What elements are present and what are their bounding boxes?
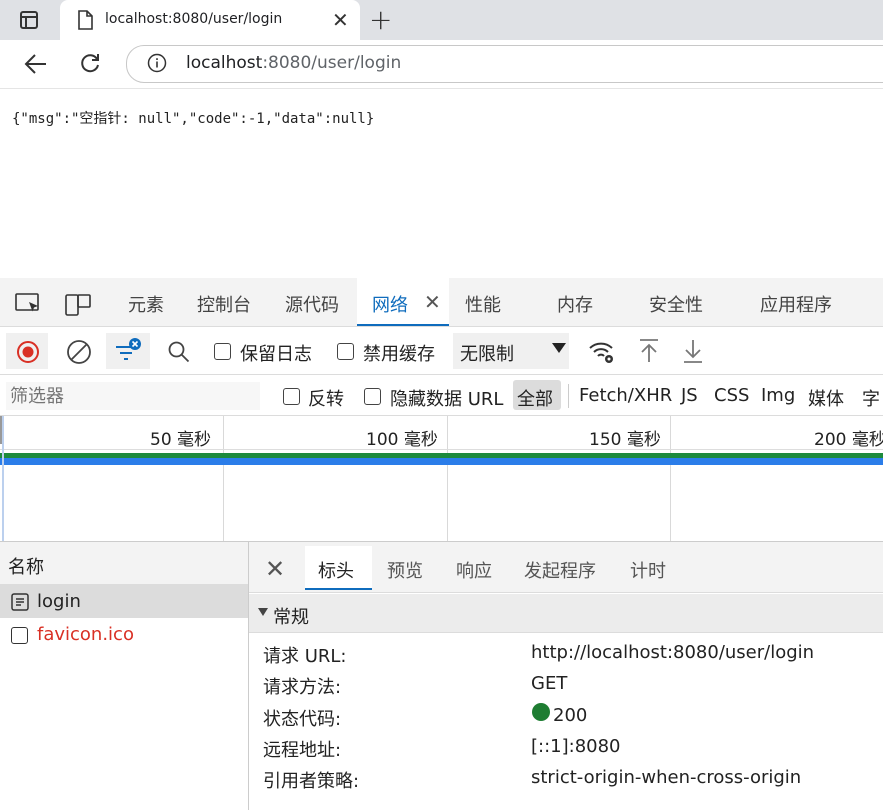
hide-data-urls-label: 隐藏数据 URL (390, 389, 504, 410)
name-column-header[interactable]: 名称 (8, 553, 44, 579)
timeline-tick-150: 150 毫秒 (589, 430, 661, 450)
timeline-overview[interactable] (0, 416, 883, 542)
export-har-icon[interactable] (682, 338, 704, 364)
request-method-value: GET (531, 673, 568, 694)
timeline-gridline (447, 416, 448, 541)
back-icon[interactable] (24, 53, 48, 75)
new-tab-icon[interactable]: + (369, 3, 392, 36)
status-code-value: 200 (553, 705, 588, 726)
reload-icon[interactable] (79, 52, 101, 74)
referrer-policy-value: strict-origin-when-cross-origin (531, 767, 802, 788)
filter-type-css[interactable]: CSS (714, 385, 749, 406)
info-icon[interactable] (147, 53, 167, 73)
tab-application[interactable]: 应用程序 (760, 291, 832, 317)
filter-type-img[interactable]: Img (761, 385, 795, 406)
timeline-request-bar (0, 453, 883, 465)
device-emulation-icon[interactable] (64, 291, 92, 317)
url-text[interactable]: localhost:8080/user/login (186, 53, 401, 73)
tab-preview[interactable]: 预览 (387, 557, 423, 583)
filter-type-font[interactable]: 字 (862, 385, 880, 411)
tab-actions-icon[interactable] (20, 11, 38, 29)
tab-elements[interactable]: 元素 (128, 291, 164, 317)
close-tab-icon[interactable]: ✕ (332, 8, 349, 32)
filter-type-fetch-xhr[interactable]: Fetch/XHR (579, 385, 672, 406)
request-method-key: 请求方法: (263, 677, 342, 698)
timeline-gridline (223, 416, 224, 541)
tab-network[interactable]: 网络 (372, 291, 408, 317)
document-icon (11, 593, 29, 611)
search-icon[interactable] (167, 340, 191, 364)
tab-timing[interactable]: 计时 (630, 557, 666, 583)
triangle-down-icon (258, 608, 268, 616)
filter-type-media[interactable]: 媒体 (808, 385, 844, 411)
tab-sources[interactable]: 源代码 (285, 291, 339, 317)
close-network-tab-icon[interactable]: ✕ (424, 290, 441, 314)
tab-initiator[interactable]: 发起程序 (524, 557, 596, 583)
json-response: {"msg":"空指针: null","code":-1,"data":null… (12, 111, 375, 127)
clear-icon[interactable] (66, 339, 92, 365)
filter-icon[interactable] (114, 337, 144, 365)
remote-address-key: 远程地址: (263, 740, 342, 761)
request-url-value: http://localhost:8080/user/login (531, 642, 815, 663)
status-ok-icon (532, 703, 550, 721)
tab-performance[interactable]: 性能 (465, 291, 501, 317)
preserve-log-label: 保留日志 (240, 344, 312, 365)
disable-cache-label: 禁用缓存 (363, 344, 435, 365)
timeline-tick-200: 200 毫秒 (814, 430, 883, 450)
tab-headers[interactable]: 标头 (318, 557, 354, 583)
timeline-ruler-line (0, 449, 883, 450)
page-icon (78, 10, 93, 30)
filter-input[interactable] (6, 382, 260, 410)
general-section-title: 常规 (273, 607, 309, 628)
invert-label: 反转 (308, 389, 344, 410)
referrer-policy-key: 引用者策略: (263, 771, 360, 792)
timeline-gridline (670, 416, 671, 541)
filter-type-all[interactable]: 全部 (517, 385, 553, 411)
timeline-selection-left (2, 416, 4, 541)
import-har-icon[interactable] (638, 338, 660, 364)
timeline-tick-100: 100 毫秒 (366, 430, 438, 450)
inspect-element-icon[interactable] (15, 292, 43, 316)
remote-address-value: [::1]:8080 (531, 736, 621, 757)
url-path: :8080/user/login (262, 53, 402, 73)
record-icon[interactable] (16, 340, 40, 364)
close-details-icon[interactable]: ✕ (265, 555, 285, 583)
tab-memory[interactable]: 内存 (557, 291, 593, 317)
status-code-key: 状态代码: (263, 709, 342, 730)
tab-response[interactable]: 响应 (456, 557, 492, 583)
timeline-tick-50: 50 毫秒 (150, 430, 212, 450)
request-url-key: 请求 URL: (263, 646, 347, 667)
general-section-header[interactable] (249, 594, 883, 633)
request-name-favicon[interactable]: favicon.ico (37, 624, 134, 645)
invert-checkbox[interactable] (283, 388, 300, 405)
url-host: localhost (186, 53, 263, 73)
throttling-value: 无限制 (460, 344, 514, 365)
filter-divider (568, 384, 569, 408)
tab-security[interactable]: 安全性 (649, 291, 703, 317)
hide-data-urls-checkbox[interactable] (364, 388, 381, 405)
tab-title: localhost:8080/user/login (105, 11, 283, 27)
chevron-down-icon (552, 343, 566, 353)
request-name-login[interactable]: login (37, 591, 81, 612)
filter-type-js[interactable]: JS (681, 385, 698, 406)
file-icon (11, 627, 28, 644)
preserve-log-checkbox[interactable] (214, 343, 231, 360)
disable-cache-checkbox[interactable] (337, 343, 354, 360)
network-conditions-icon[interactable] (588, 339, 616, 365)
tab-console[interactable]: 控制台 (197, 291, 251, 317)
